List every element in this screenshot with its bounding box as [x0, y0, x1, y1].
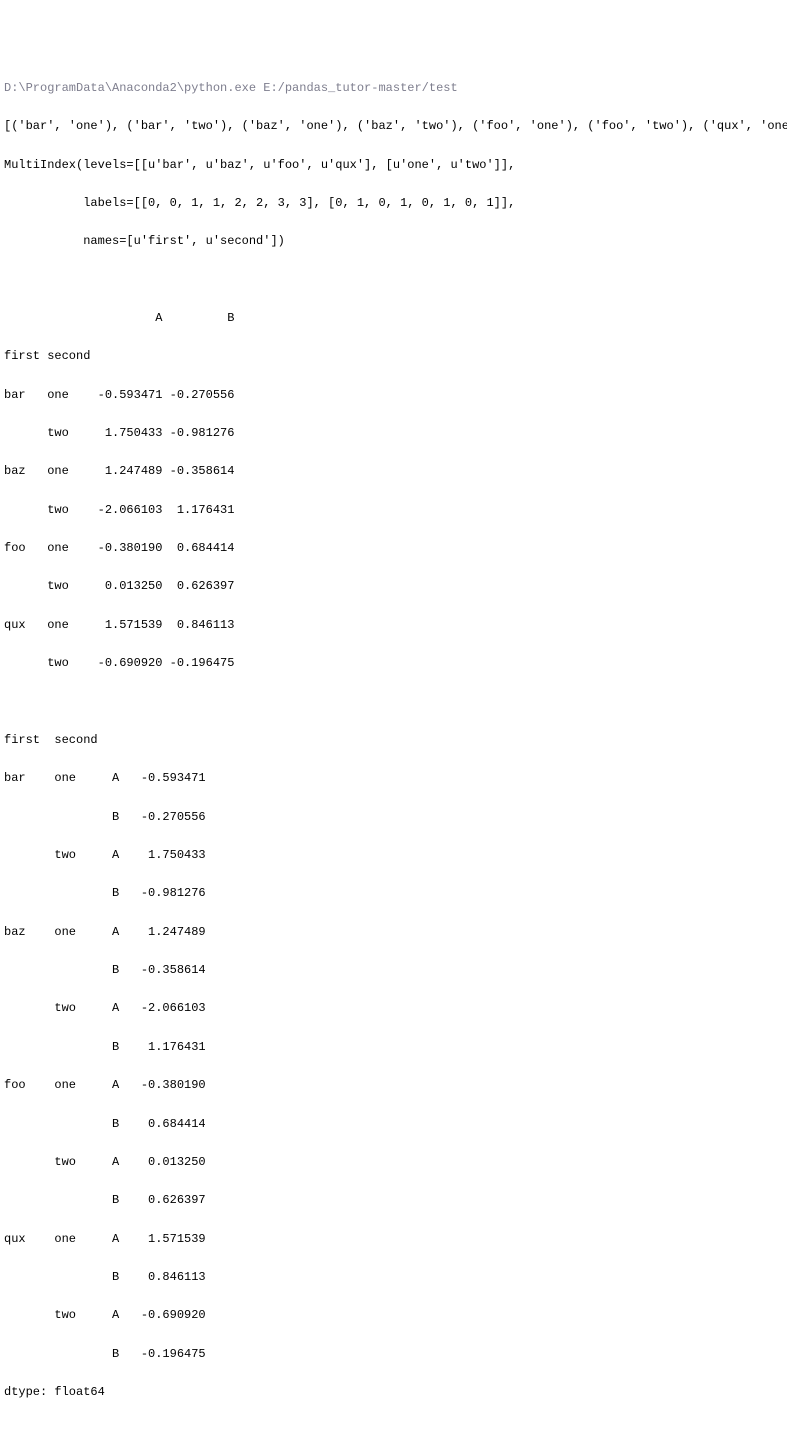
series-row: qux one A 1.571539 [4, 1230, 783, 1249]
multiindex-line2: labels=[[0, 0, 1, 1, 2, 2, 3, 3], [0, 1,… [4, 194, 783, 213]
dataframe-row: bar one -0.593471 -0.270556 [4, 386, 783, 405]
dataframe-row: baz one 1.247489 -0.358614 [4, 462, 783, 481]
series-row: two A -2.066103 [4, 999, 783, 1018]
dataframe-row: two 1.750433 -0.981276 [4, 424, 783, 443]
series-row: B 0.626397 [4, 1191, 783, 1210]
dataframe-row: qux one 1.571539 0.846113 [4, 616, 783, 635]
command-line: D:\ProgramData\Anaconda2\python.exe E:/p… [4, 79, 783, 98]
multiindex-line1: MultiIndex(levels=[[u'bar', u'baz', u'fo… [4, 156, 783, 175]
multiindex-line3: names=[u'first', u'second']) [4, 232, 783, 251]
dtype-line: dtype: float64 [4, 1383, 783, 1402]
blank [4, 693, 783, 712]
series-row: B -0.981276 [4, 884, 783, 903]
series-row: B -0.358614 [4, 961, 783, 980]
series-index-header: first second [4, 731, 783, 750]
series-row: B -0.270556 [4, 808, 783, 827]
series-row: B 0.684414 [4, 1115, 783, 1134]
dataframe-index-header: first second [4, 347, 783, 366]
dataframe-row: foo one -0.380190 0.684414 [4, 539, 783, 558]
series-row: two A 0.013250 [4, 1153, 783, 1172]
series-row: bar one A -0.593471 [4, 769, 783, 788]
tuples-output: [('bar', 'one'), ('bar', 'two'), ('baz',… [4, 117, 783, 136]
series-row: B -0.196475 [4, 1345, 783, 1364]
series-row: two A -0.690920 [4, 1306, 783, 1325]
series-row: foo one A -0.380190 [4, 1076, 783, 1095]
series-row: two A 1.750433 [4, 846, 783, 865]
dataframe-header: A B [4, 309, 783, 328]
dataframe-row: two -2.066103 1.176431 [4, 501, 783, 520]
dataframe-row: two -0.690920 -0.196475 [4, 654, 783, 673]
blank [4, 271, 783, 290]
series-row: B 1.176431 [4, 1038, 783, 1057]
series-row: baz one A 1.247489 [4, 923, 783, 942]
blank [4, 1422, 783, 1436]
dataframe-row: two 0.013250 0.626397 [4, 577, 783, 596]
series-row: B 0.846113 [4, 1268, 783, 1287]
